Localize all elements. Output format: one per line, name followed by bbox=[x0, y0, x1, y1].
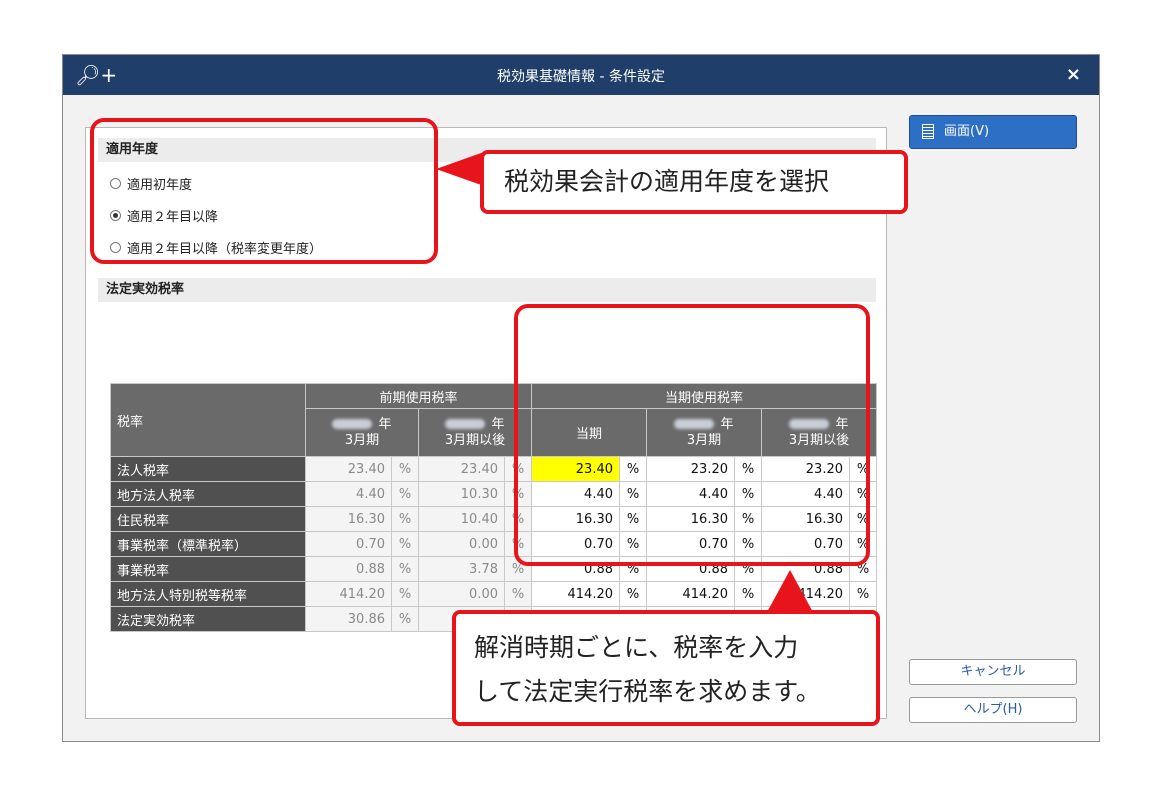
prev-rate-cell: 10.30 bbox=[418, 481, 505, 507]
prev-rate-cell: 4.40 bbox=[305, 481, 392, 507]
row-label: 法人税率 bbox=[110, 456, 306, 482]
rates-highlight-frame bbox=[514, 304, 870, 566]
year-callout-pointer bbox=[436, 152, 484, 186]
period-label: 3月期 bbox=[344, 432, 380, 448]
percent-unit: % bbox=[849, 581, 877, 607]
prev-rate-cell: 0.70 bbox=[305, 531, 392, 557]
blurred-year bbox=[332, 419, 373, 429]
prev-rate-group-header: 前期使用税率 bbox=[305, 383, 532, 409]
rates-callout: 解消時期ごとに、税率を入力 して法定実行税率を求めます。 bbox=[452, 610, 880, 726]
percent-unit: % bbox=[391, 581, 419, 607]
row-label: 事業税率（標準税率） bbox=[110, 531, 306, 557]
prev-rate-cell: 0.00 bbox=[418, 531, 505, 557]
percent-unit: % bbox=[391, 506, 419, 532]
prev-rate-cell: 23.40 bbox=[305, 456, 392, 482]
close-button[interactable]: × bbox=[1066, 64, 1081, 85]
rates-callout-line-1: 解消時期ごとに、税率を入力 bbox=[474, 633, 799, 662]
help-button[interactable]: ヘルプ(H) bbox=[909, 697, 1077, 723]
view-button-label: 画面(V) bbox=[944, 124, 990, 139]
prev-rate-cell: 414.20 bbox=[305, 581, 392, 607]
year-suffix: 年 bbox=[491, 416, 505, 432]
prev-rate-cell: 23.40 bbox=[418, 456, 505, 482]
prev-rate-cell: 16.30 bbox=[305, 506, 392, 532]
cancel-button[interactable]: キャンセル bbox=[909, 659, 1077, 685]
percent-unit: % bbox=[504, 581, 532, 607]
prev-rate-cell: 30.86 bbox=[305, 606, 392, 632]
rates-section-heading: 法定実効税率 bbox=[98, 278, 876, 302]
corner-header: 税率 bbox=[110, 383, 306, 457]
year-suffix: 年 bbox=[378, 416, 392, 432]
document-icon bbox=[922, 124, 934, 139]
rates-callout-pointer bbox=[766, 570, 814, 614]
prev-col-1-header: 年 3月期 bbox=[305, 408, 419, 457]
percent-unit: % bbox=[391, 481, 419, 507]
row-label: 住民税率 bbox=[110, 506, 306, 532]
row-label: 事業税率 bbox=[110, 556, 306, 582]
prev-rate-cell: 0.00 bbox=[418, 581, 505, 607]
view-button[interactable]: 画面(V) bbox=[909, 115, 1077, 149]
period-label: 3月期以後 bbox=[444, 432, 506, 448]
blurred-year bbox=[445, 419, 486, 429]
rate-input-cell[interactable]: 414.20 bbox=[646, 581, 735, 607]
title-bar: 🔎︎+ 税効果基礎情報 - 条件設定 × bbox=[63, 55, 1099, 95]
percent-unit: % bbox=[391, 556, 419, 582]
prev-rate-cell: 10.40 bbox=[418, 506, 505, 532]
percent-unit: % bbox=[391, 606, 419, 632]
prev-rate-cell: 0.88 bbox=[305, 556, 392, 582]
rate-input-cell[interactable]: 414.20 bbox=[531, 581, 620, 607]
row-label: 法定実効税率 bbox=[110, 606, 306, 632]
percent-unit: % bbox=[391, 531, 419, 557]
rates-callout-line-2: して法定実行税率を求めます。 bbox=[474, 677, 821, 706]
row-label: 地方法人税率 bbox=[110, 481, 306, 507]
row-label: 地方法人特別税等税率 bbox=[110, 581, 306, 607]
prev-rate-cell: 3.78 bbox=[418, 556, 505, 582]
percent-unit: % bbox=[619, 581, 647, 607]
table-row: 地方法人特別税等税率 414.20% 0.00% 414.20% 414.20% 414.… bbox=[110, 581, 877, 607]
percent-unit: % bbox=[734, 581, 762, 607]
year-highlight-frame bbox=[90, 118, 438, 264]
year-callout: 税効果会計の適用年度を選択 bbox=[480, 150, 908, 214]
percent-unit: % bbox=[391, 456, 419, 482]
window-title: 税効果基礎情報 - 条件設定 bbox=[497, 69, 665, 85]
